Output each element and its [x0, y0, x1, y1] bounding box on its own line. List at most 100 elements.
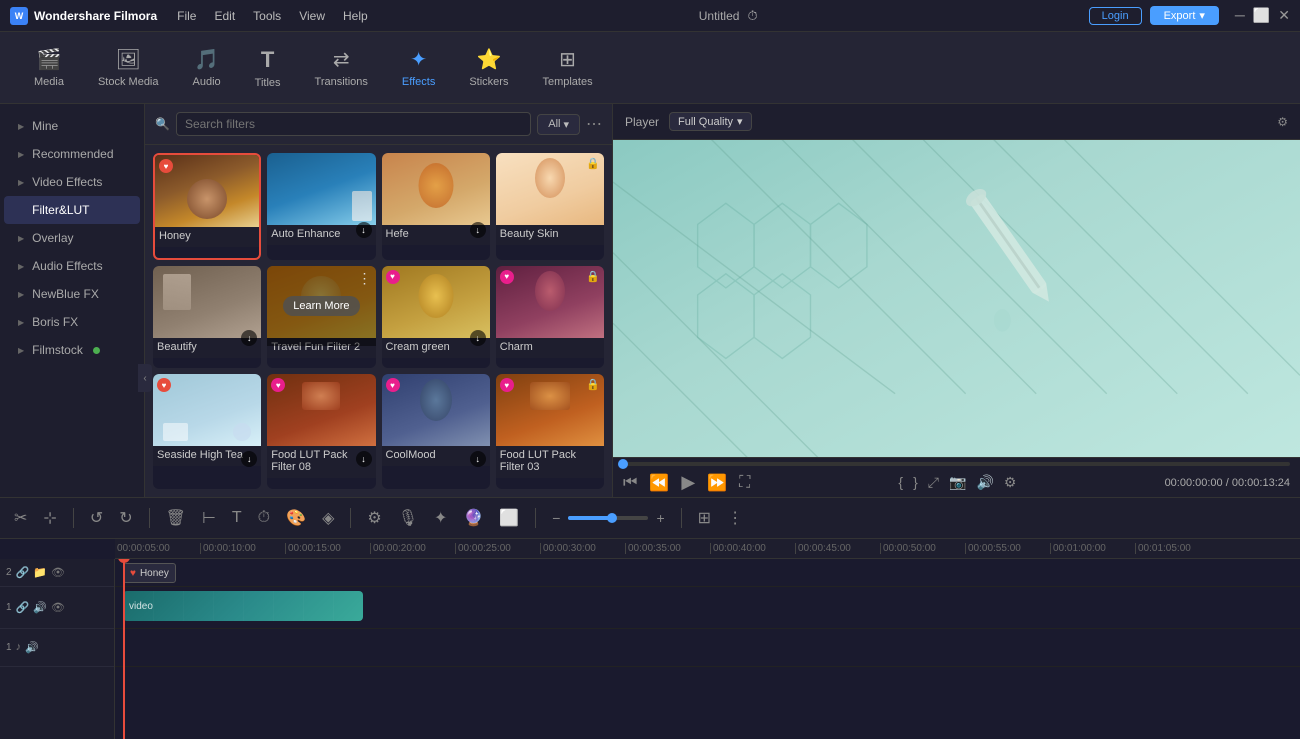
effect-settings-button[interactable]: 🔮 — [459, 504, 487, 532]
audio-track-note-icon: ♪ — [16, 641, 22, 654]
sidebar-item-newblue-fx[interactable]: ▶ NewBlue FX — [4, 280, 140, 308]
menu-tools[interactable]: Tools — [253, 9, 281, 23]
quality-selector[interactable]: Full Quality ▾ — [669, 112, 752, 131]
filter-card-beauty-skin[interactable]: 🔒 Beauty Skin — [496, 153, 604, 260]
audio-settings-button[interactable]: 🎙 — [394, 504, 422, 532]
text-button[interactable]: T — [228, 505, 246, 531]
play-button[interactable]: ▶ — [681, 472, 695, 493]
text2-button[interactable]: ⬜ — [495, 504, 523, 532]
video-clip[interactable]: video — [123, 591, 363, 621]
toolbar-media[interactable]: 🎬 Media — [20, 41, 78, 94]
ruler-tick: 00:00:25:00 — [455, 543, 540, 554]
filter-card-cream-green[interactable]: ♥ ↓ Cream green — [382, 266, 490, 369]
honey-heart-icon: ♥ — [130, 568, 136, 579]
titles-icon: T — [261, 47, 274, 73]
toolbar-stock-media[interactable]: 🖼 Stock Media — [84, 41, 173, 94]
sidebar-audio-effects-label: Audio Effects — [32, 259, 103, 273]
track-label-audio-1: 1 ♪ 🔊 — [0, 629, 114, 667]
preview-settings-icon[interactable]: ⚙ — [1277, 115, 1288, 129]
cream-green-badge: ♥ — [386, 270, 400, 284]
honey-effect-chip[interactable]: ♥ Honey — [123, 563, 176, 583]
menu-file[interactable]: File — [177, 9, 196, 23]
ai-button[interactable]: ✦ — [430, 504, 451, 532]
filter-card-charm[interactable]: ♥ 🔒 Charm — [496, 266, 604, 369]
menu-help[interactable]: Help — [343, 9, 368, 23]
delete-button[interactable]: 🗑 — [162, 504, 190, 532]
minimize-button[interactable]: ─ — [1235, 7, 1245, 24]
export-button[interactable]: Export ▾ — [1150, 6, 1219, 25]
undo-button[interactable]: ↺ — [86, 504, 107, 532]
toolbar-audio[interactable]: 🎵 Audio — [179, 41, 235, 94]
playhead[interactable] — [123, 559, 125, 739]
learn-more-button[interactable]: Learn More — [283, 296, 359, 316]
login-button[interactable]: Login — [1089, 7, 1142, 25]
zoom-in-button[interactable]: + — [652, 506, 668, 530]
menu-edit[interactable]: Edit — [214, 9, 235, 23]
mark-out-icon[interactable]: } — [913, 474, 918, 491]
toolbar-titles[interactable]: T Titles — [241, 41, 295, 95]
filter-card-seaside-high-tea[interactable]: ♥ ↓ Seaside High Tea — [153, 374, 261, 489]
track-2-eye-icon[interactable]: 👁 — [51, 566, 65, 579]
sidebar-item-boris-fx[interactable]: ▶ Boris FX — [4, 308, 140, 336]
sidebar-item-audio-effects[interactable]: ▶ Audio Effects — [4, 252, 140, 280]
toolbar-stickers[interactable]: ⭐ Stickers — [455, 41, 522, 94]
sidebar-item-filter-lut[interactable]: ▶ Filter&LUT — [4, 196, 140, 224]
sidebar-video-effects-label: Video Effects — [32, 175, 102, 189]
fullscreen-button[interactable]: ⛶ — [739, 474, 750, 492]
duration-button[interactable]: ⏱ — [254, 505, 274, 531]
search-input[interactable] — [176, 112, 531, 136]
mark-in-icon[interactable]: { — [898, 474, 903, 491]
audio-track-volume-icon[interactable]: 🔊 — [25, 641, 39, 654]
sidebar-item-recommended[interactable]: ▶ Recommended — [4, 140, 140, 168]
snapshot-icon[interactable]: 📷 — [949, 474, 966, 491]
split-button[interactable]: ⊢ — [198, 504, 220, 532]
close-button[interactable]: ✕ — [1278, 7, 1290, 24]
keyframe-button[interactable]: ◈ — [318, 504, 338, 532]
track-2-lock-icon[interactable]: 📁 — [33, 566, 47, 579]
sidebar-item-video-effects[interactable]: ▶ Video Effects — [4, 168, 140, 196]
filter-card-food-lut-08[interactable]: ♥ ↓ Food LUT Pack Filter 08 — [267, 374, 375, 489]
filter-card-auto-enhance[interactable]: ↓ Auto Enhance — [267, 153, 375, 260]
filter-card-food-lut-03[interactable]: ♥ 🔒 Food LUT Pack Filter 03 — [496, 374, 604, 489]
frame-back-button[interactable]: ⏪ — [649, 473, 669, 493]
filter-card-travel-fun-2[interactable]: Learn More ⋮ Travel Fun Filter 2 — [267, 266, 375, 369]
travel-fun-menu-icon[interactable]: ⋮ — [358, 270, 372, 287]
more-settings-icon[interactable]: ⚙ — [1004, 474, 1017, 491]
filter-card-coolmood[interactable]: ♥ ↓ CoolMood — [382, 374, 490, 489]
sidebar-toggle-button[interactable]: ‹ — [138, 364, 152, 392]
zoom-slider[interactable] — [568, 516, 648, 520]
sidebar-item-overlay[interactable]: ▶ Overlay — [4, 224, 140, 252]
track-1-eye-icon[interactable]: 👁 — [51, 601, 65, 614]
track-1-volume-icon[interactable]: 🔊 — [33, 601, 47, 614]
sidebar-item-filmstock[interactable]: ▶ Filmstock — [4, 336, 140, 364]
stock-media-label: Stock Media — [98, 76, 159, 88]
filter-card-honey[interactable]: ♥ Honey — [153, 153, 261, 260]
select-tool-button[interactable]: ⊹ — [39, 504, 60, 532]
frame-fwd-button[interactable]: ⏩ — [707, 473, 727, 493]
toolbar-templates[interactable]: ⊞ Templates — [528, 41, 606, 94]
preview-progress-bar[interactable] — [623, 462, 1290, 466]
settings-button[interactable]: ⚙ — [363, 504, 385, 532]
more-options-button[interactable]: ⋯ — [586, 114, 602, 134]
skip-back-button[interactable]: ⏮ — [623, 474, 637, 492]
ruler-tick: 00:00:30:00 — [540, 543, 625, 554]
color-button[interactable]: 🎨 — [282, 504, 310, 532]
food-lut-03-lock-icon: 🔒 — [586, 378, 600, 391]
redo-button[interactable]: ↻ — [115, 504, 136, 532]
filter-card-beautify[interactable]: ↓ Beautify — [153, 266, 261, 369]
track-2-link-icon[interactable]: 🔗 — [16, 566, 30, 579]
more-button[interactable]: ⋮ — [723, 504, 747, 532]
filter-card-hefe[interactable]: ↓ Hefe — [382, 153, 490, 260]
crop-icon[interactable]: ⤢ — [928, 474, 939, 491]
volume-icon[interactable]: 🔊 — [976, 474, 993, 491]
sidebar-item-mine[interactable]: ▶ Mine — [4, 112, 140, 140]
track-1-link-icon[interactable]: 🔗 — [16, 601, 30, 614]
all-filter-button[interactable]: All ▾ — [537, 114, 580, 135]
toolbar-effects[interactable]: ✦ Effects — [388, 41, 449, 94]
grid-view-button[interactable]: ⊞ — [694, 504, 715, 532]
zoom-out-button[interactable]: − — [548, 506, 564, 530]
toolbar-transitions[interactable]: ⇄ Transitions — [301, 41, 382, 94]
maximize-button[interactable]: ⬜ — [1253, 7, 1270, 24]
menu-view[interactable]: View — [299, 9, 325, 23]
cut-tool-button[interactable]: ✂ — [10, 504, 31, 532]
